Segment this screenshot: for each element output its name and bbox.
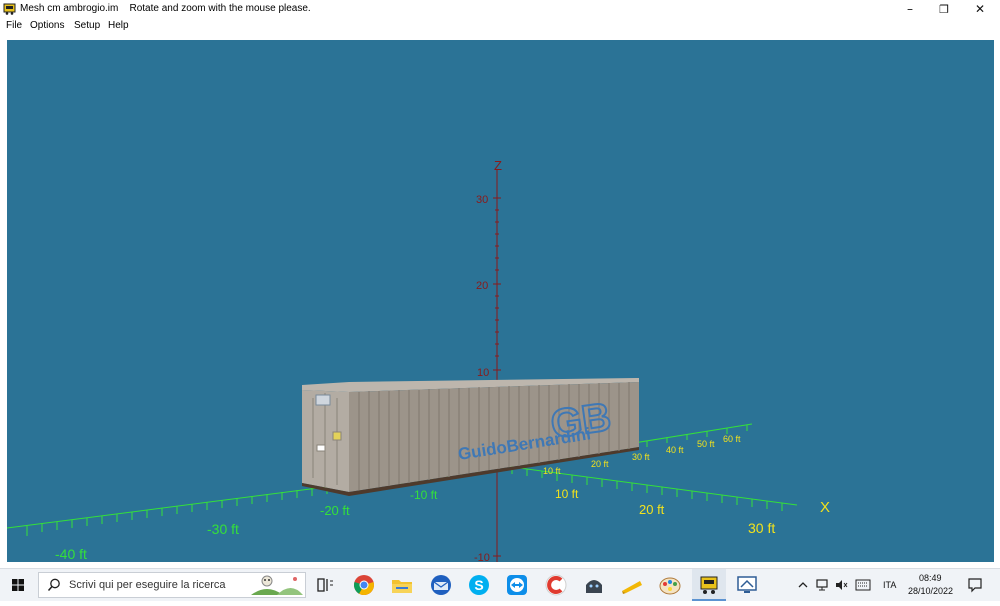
z-tick-20: 20: [476, 280, 488, 292]
notifications-icon[interactable]: [967, 577, 983, 593]
menu-help[interactable]: Help: [108, 20, 129, 31]
close-button[interactable]: ✕: [963, 0, 997, 18]
x-tick-minus-20: -20 ft: [320, 503, 350, 518]
close-icon: ✕: [974, 2, 986, 16]
menu-bar: File Options Setup Help: [0, 18, 1000, 34]
app-icon: [3, 3, 16, 15]
restore-icon: ❐: [939, 2, 949, 16]
windows-logo-icon: [12, 579, 24, 591]
y-tick-20: 20 ft: [591, 459, 609, 469]
window-title: Mesh cm ambrogio.im Rotate and zoom with…: [20, 3, 311, 14]
active-app-highlight[interactable]: [692, 569, 726, 601]
minimize-button[interactable]: –: [893, 0, 927, 18]
search-highlight-icon: [251, 575, 303, 595]
restore-button[interactable]: ❐: [927, 0, 961, 18]
y-tick-50: 50 ft: [697, 439, 715, 449]
container-logo: GB: [548, 395, 614, 447]
x-tick-minus-30: -30 ft: [207, 521, 239, 537]
y-tick-40: 40 ft: [666, 445, 684, 455]
x-tick-minus-10: -10 ft: [410, 488, 438, 502]
thunderbird-icon[interactable]: [429, 573, 453, 597]
z-axis: [493, 170, 501, 562]
paint-icon[interactable]: [658, 573, 682, 597]
z-axis-label: Z: [494, 158, 502, 173]
shipping-container: GuidoBernardini GB: [302, 378, 639, 496]
remote-desktop-icon[interactable]: [735, 573, 759, 597]
teamviewer-icon[interactable]: [505, 573, 529, 597]
file-explorer-icon[interactable]: [390, 573, 414, 597]
notes-icon[interactable]: [620, 573, 644, 597]
start-button[interactable]: [0, 569, 36, 601]
skype-icon[interactable]: S: [467, 573, 491, 597]
menu-file[interactable]: File: [6, 20, 22, 31]
window-hint: Rotate and zoom with the mouse please.: [129, 3, 311, 14]
clock-date[interactable]: 28/10/2022: [908, 586, 953, 596]
language-indicator[interactable]: ITA: [883, 580, 896, 590]
game-icon[interactable]: [582, 573, 606, 597]
svg-text:S: S: [474, 577, 483, 593]
search-box[interactable]: Scrivi qui per eseguire la ricerca: [38, 572, 306, 598]
y-tick-10: 10 ft: [543, 466, 561, 476]
menu-options[interactable]: Options: [30, 20, 64, 31]
search-icon: [47, 578, 60, 591]
x-front-labels: -40 ft -30 ft -20 ft -10 ft: [55, 488, 438, 562]
x-tick-30: 30 ft: [748, 520, 775, 536]
keyboard-icon[interactable]: [855, 579, 871, 591]
app-title: Mesh cm ambrogio.im: [20, 3, 119, 14]
task-view-icon[interactable]: [313, 573, 337, 597]
y-tick-60: 60 ft: [723, 434, 741, 444]
chrome-icon[interactable]: [352, 573, 376, 597]
y-tick-30: 30 ft: [632, 452, 650, 462]
tray-expand-icon[interactable]: [797, 579, 809, 591]
scene-canvas[interactable]: Z 30 20 10 -10 GuidoBernardini GB -40 ft…: [7, 40, 994, 562]
mesh-app-icon: [700, 576, 718, 594]
x-tick-minus-40: -40 ft: [55, 546, 87, 562]
title-bar[interactable]: Mesh cm ambrogio.im Rotate and zoom with…: [0, 0, 1000, 18]
3d-viewport[interactable]: Z 30 20 10 -10 GuidoBernardini GB -40 ft…: [7, 40, 994, 562]
volume-muted-icon[interactable]: [834, 578, 848, 592]
network-icon[interactable]: [815, 578, 829, 592]
x-positive-labels: 10 ft 20 ft 30 ft X: [555, 487, 830, 536]
taskbar: Scrivi qui per eseguire la ricerca S ITA…: [0, 568, 1000, 601]
ccleaner-icon[interactable]: [544, 573, 568, 597]
x-tick-10: 10 ft: [555, 487, 579, 501]
x-tick-20: 20 ft: [639, 502, 665, 517]
z-tick-10: 10: [477, 367, 489, 379]
minimize-icon: –: [907, 2, 913, 16]
z-tick-30: 30: [476, 194, 488, 206]
clock-time[interactable]: 08:49: [919, 573, 942, 583]
x-axis-label: X: [820, 499, 830, 516]
search-placeholder: Scrivi qui per eseguire la ricerca: [69, 579, 226, 591]
z-tick-minus-10: -10: [474, 552, 490, 562]
menu-setup[interactable]: Setup: [74, 20, 100, 31]
